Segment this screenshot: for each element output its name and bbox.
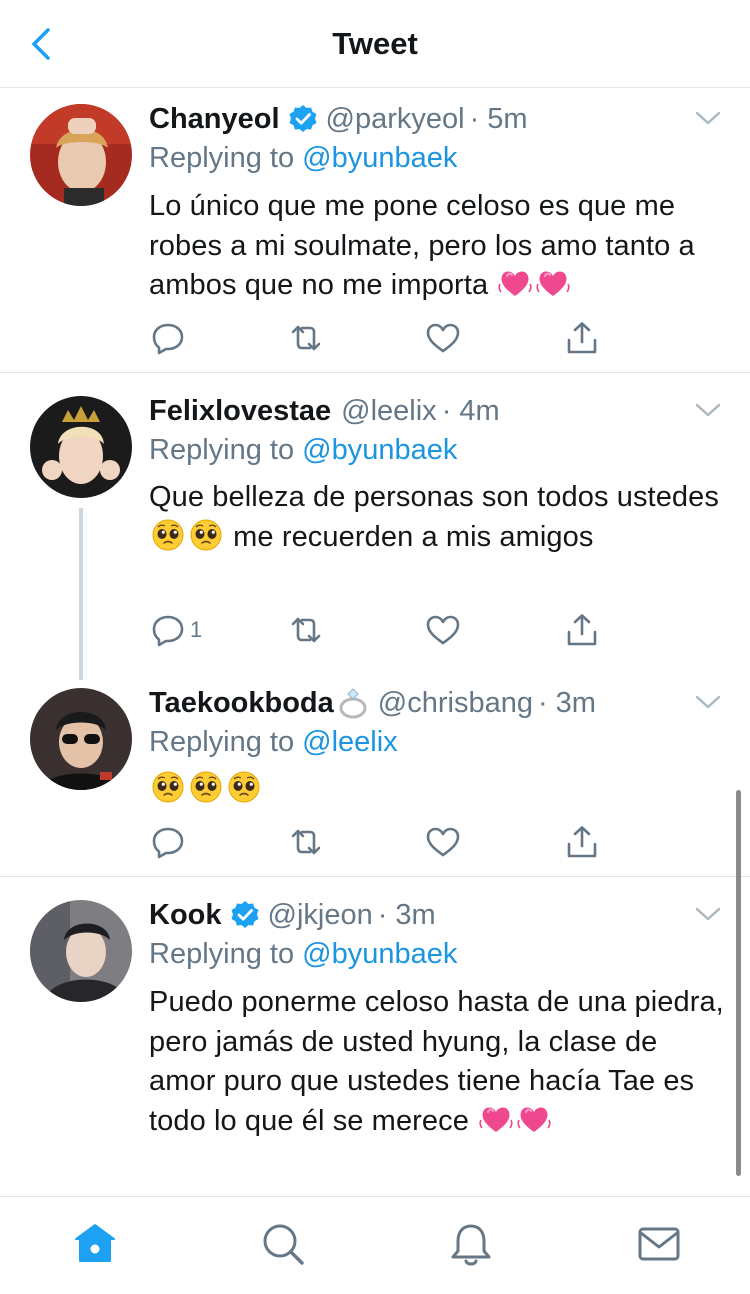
retweet-icon[interactable]	[288, 612, 324, 648]
share-icon[interactable]	[564, 612, 600, 648]
tweet-header: Kook @jkjeon · 3m	[149, 895, 436, 935]
chevron-down-icon[interactable]	[694, 108, 722, 128]
handle[interactable]: @leelix	[341, 391, 437, 431]
tweet-text-content: Puedo ponerme celoso hasta de una piedra…	[149, 986, 724, 1138]
avatar[interactable]	[30, 688, 132, 790]
divider	[0, 876, 750, 877]
header: Tweet	[0, 0, 750, 88]
search-icon[interactable]	[260, 1221, 306, 1267]
share-icon[interactable]	[564, 824, 600, 860]
scrollbar[interactable]	[736, 790, 741, 1176]
timestamp: · 3m	[537, 687, 596, 719]
reply-icon[interactable]	[150, 824, 186, 860]
growing-heart-icon	[536, 266, 570, 300]
tweet-header: Chanyeol @parkyeol · 5m	[149, 99, 528, 139]
tweet-text	[149, 770, 729, 810]
tweet-text-content: Lo único que me pone celoso es que me ro…	[149, 190, 695, 302]
mention-link[interactable]: @leelix	[302, 726, 398, 758]
reply-icon[interactable]	[150, 612, 186, 648]
growing-heart-icon	[479, 1102, 513, 1136]
tweet-text: Puedo ponerme celoso hasta de una piedra…	[149, 983, 729, 1142]
reply-icon[interactable]	[150, 320, 186, 356]
reply-count: 1	[190, 617, 203, 642]
tweet-header: Taekookboda @chrisbang · 3m	[149, 683, 596, 723]
replying-to: Replying to @byunbaek	[149, 934, 457, 974]
tweet-actions: 1	[148, 612, 598, 652]
pleading-face-icon	[189, 770, 223, 804]
replying-prefix: Replying to	[149, 142, 295, 174]
pleading-face-icon	[151, 518, 185, 552]
like-icon[interactable]	[425, 612, 461, 648]
display-name[interactable]: Felixlovestae	[149, 391, 331, 431]
tweet-text: Lo único que me pone celoso es que me ro…	[149, 187, 729, 306]
tweet-text: Que belleza de personas son todos ustede…	[149, 478, 729, 557]
replying-prefix: Replying to	[149, 434, 295, 466]
handle[interactable]: @chrisbang	[378, 683, 533, 723]
thread-line	[79, 508, 83, 680]
timestamp: · 4m	[441, 395, 500, 427]
retweet-icon[interactable]	[288, 320, 324, 356]
verified-badge-icon	[288, 104, 318, 134]
replying-to: Replying to @leelix	[149, 722, 398, 762]
verified-badge-icon	[230, 900, 260, 930]
notifications-icon[interactable]	[448, 1221, 494, 1267]
mention-link[interactable]: @byunbaek	[302, 938, 457, 970]
divider	[0, 372, 750, 373]
replying-prefix: Replying to	[149, 938, 295, 970]
display-name[interactable]: Kook	[149, 895, 222, 935]
pleading-face-icon	[189, 518, 223, 552]
replying-prefix: Replying to	[149, 726, 295, 758]
tweet-header: Felixlovestae @leelix · 4m	[149, 391, 500, 431]
tweet-actions	[148, 824, 598, 864]
timestamp: · 5m	[469, 103, 528, 135]
replying-to: Replying to @byunbaek	[149, 430, 457, 470]
ring-emoji-icon	[339, 688, 367, 719]
tweet-text-content: Que belleza de personas son todos ustede…	[149, 481, 719, 513]
replying-to: Replying to @byunbaek	[149, 138, 457, 178]
mention-link[interactable]: @byunbaek	[302, 142, 457, 174]
growing-heart-icon	[498, 266, 532, 300]
chevron-down-icon[interactable]	[694, 400, 722, 420]
retweet-icon[interactable]	[288, 824, 324, 860]
chevron-down-icon[interactable]	[694, 692, 722, 712]
pleading-face-icon	[227, 770, 261, 804]
avatar[interactable]	[30, 900, 132, 1002]
page-title: Tweet	[332, 26, 418, 61]
home-icon[interactable]	[72, 1221, 118, 1267]
mention-link[interactable]: @byunbaek	[302, 434, 457, 466]
display-name[interactable]: Taekookboda	[149, 683, 334, 723]
like-icon[interactable]	[425, 320, 461, 356]
like-icon[interactable]	[425, 824, 461, 860]
timestamp: · 3m	[377, 899, 436, 931]
pleading-face-icon	[151, 770, 185, 804]
share-icon[interactable]	[564, 320, 600, 356]
tweet-text-content: me recuerden a mis amigos	[233, 520, 594, 553]
growing-heart-icon	[517, 1102, 551, 1136]
handle[interactable]: @jkjeon	[268, 895, 373, 935]
tab-bar	[0, 1196, 750, 1294]
avatar[interactable]	[30, 396, 132, 498]
messages-icon[interactable]	[636, 1221, 682, 1267]
handle[interactable]: @parkyeol	[326, 99, 465, 139]
chevron-down-icon[interactable]	[694, 904, 722, 924]
tweet-actions	[148, 320, 598, 360]
avatar[interactable]	[30, 104, 132, 206]
display-name[interactable]: Chanyeol	[149, 99, 280, 139]
